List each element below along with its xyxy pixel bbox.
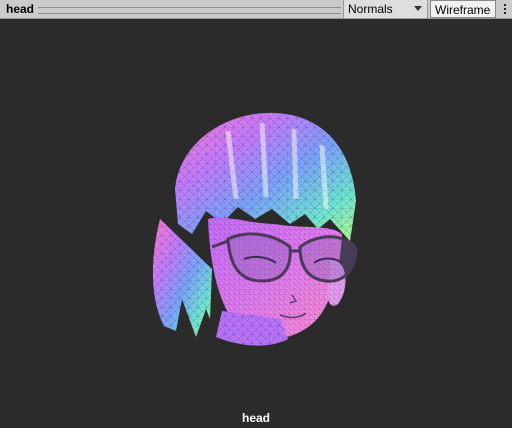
shading-mode-dropdown[interactable]: Normals	[343, 0, 428, 18]
chevron-down-icon	[414, 6, 422, 11]
preview-toolbar: head Normals Wireframe	[0, 0, 512, 19]
preview-title: head	[6, 2, 35, 16]
kebab-menu-icon[interactable]	[497, 0, 512, 18]
mesh-preview-viewport[interactable]: head	[0, 19, 512, 425]
wireframe-toggle-button[interactable]: Wireframe	[430, 0, 496, 18]
head-mesh-render	[152, 112, 358, 346]
drag-handle[interactable]	[38, 7, 341, 14]
shading-mode-label: Normals	[348, 2, 393, 16]
wireframe-label: Wireframe	[435, 3, 491, 17]
